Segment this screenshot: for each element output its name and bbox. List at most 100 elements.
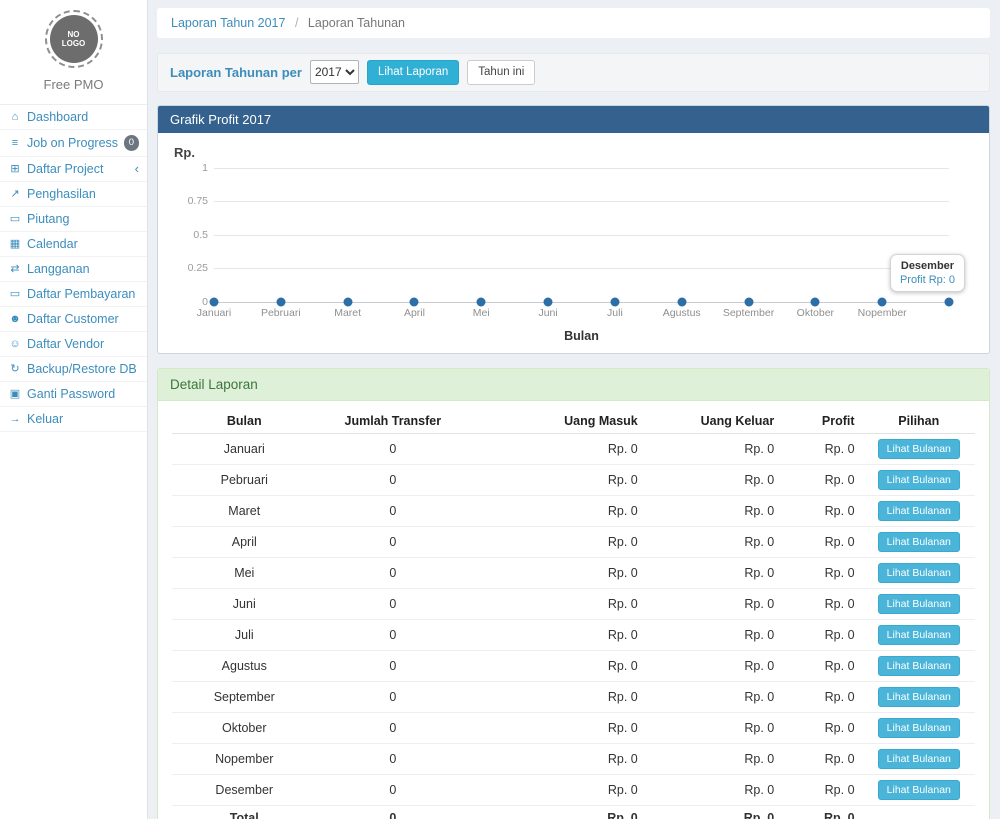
data-point-januari[interactable]	[210, 297, 219, 306]
refresh-icon: ↻	[8, 362, 22, 375]
x-tick-label: Agustus	[663, 307, 701, 319]
cell-pilihan: Lihat Bulanan	[863, 433, 975, 464]
lihat-bulanan-button[interactable]: Lihat Bulanan	[878, 780, 960, 800]
cell-pilihan: Lihat Bulanan	[863, 526, 975, 557]
payment-icon: ▭	[8, 287, 22, 300]
detail-report-panel: Detail Laporan BulanJumlah TransferUang …	[157, 368, 990, 819]
data-point-desember[interactable]	[945, 297, 954, 306]
data-point-maret[interactable]	[343, 297, 352, 306]
cell-pilihan: Lihat Bulanan	[863, 712, 975, 743]
data-point-mei[interactable]	[477, 297, 486, 306]
sidebar-item-label: Penghasilan	[27, 187, 96, 201]
sidebar-link-backup-restore-db[interactable]: ↻ Backup/Restore DB	[0, 357, 147, 381]
sidebar-item-daftar-customer: ☻Daftar Customer	[0, 307, 147, 332]
sidebar-item-keluar: →Keluar	[0, 407, 147, 432]
sidebar-item-penghasilan: ↗Penghasilan	[0, 182, 147, 207]
sidebar-link-calendar[interactable]: ▦Calendar	[0, 232, 147, 256]
lihat-bulanan-button[interactable]: Lihat Bulanan	[878, 625, 960, 645]
data-point-juni[interactable]	[544, 297, 553, 306]
table-row: Pebruari0Rp. 0Rp. 0Rp. 0Lihat Bulanan	[172, 464, 975, 495]
year-select[interactable]: 2017	[310, 60, 359, 84]
sidebar-link-langganan[interactable]: ⇄Langganan	[0, 257, 147, 281]
cell-pilihan: Lihat Bulanan	[863, 681, 975, 712]
lihat-bulanan-button[interactable]: Lihat Bulanan	[878, 656, 960, 676]
no-logo-stamp: NO LOGO	[45, 10, 103, 68]
sidebar-link-keluar[interactable]: →Keluar	[0, 407, 147, 431]
tahun-ini-button[interactable]: Tahun ini	[467, 60, 535, 85]
breadcrumb-link[interactable]: Laporan Tahun 2017	[171, 16, 285, 30]
data-point-september[interactable]	[744, 297, 753, 306]
col-header-profit: Profit	[782, 409, 862, 434]
cell-uang-masuk: Rp. 0	[469, 433, 646, 464]
chart-tooltip: Desember Profit Rp: 0	[890, 254, 965, 292]
sidebar-item-backup-restore-db: ↻ Backup/Restore DB	[0, 357, 147, 382]
breadcrumb-separator: /	[295, 16, 298, 30]
lihat-bulanan-button[interactable]: Lihat Bulanan	[878, 563, 960, 583]
table-row: Agustus0Rp. 0Rp. 0Rp. 0Lihat Bulanan	[172, 650, 975, 681]
sidebar-link-dashboard[interactable]: ⌂Dashboard	[0, 105, 147, 129]
x-tick-label: Juni	[538, 307, 557, 319]
lihat-bulanan-button[interactable]: Lihat Bulanan	[878, 439, 960, 459]
gridline	[214, 302, 949, 303]
cell-profit: Rp. 0	[782, 433, 862, 464]
sidebar-link-daftar-customer[interactable]: ☻Daftar Customer	[0, 307, 147, 331]
cell-jumlah-transfer: 0	[317, 619, 470, 650]
sidebar-link-daftar-vendor[interactable]: ☺Daftar Vendor	[0, 332, 147, 356]
data-point-nopember[interactable]	[878, 297, 887, 306]
data-point-pebruari[interactable]	[276, 297, 285, 306]
data-point-juli[interactable]	[610, 297, 619, 306]
main-content: Laporan Tahun 2017 / Laporan Tahunan Lap…	[148, 0, 1000, 819]
cell-uang-keluar: Rp. 0	[646, 433, 783, 464]
y-tick-label: 0.25	[176, 262, 208, 274]
brand-name: Free PMO	[6, 77, 141, 92]
sidebar-item-label: Job on Progress	[27, 136, 118, 150]
total-uang-masuk: Rp. 0	[469, 805, 646, 819]
sidebar-link-job-on-progress[interactable]: ≡Job on Progress0	[0, 130, 147, 156]
cell-uang-keluar: Rp. 0	[646, 588, 783, 619]
table-row: Mei0Rp. 0Rp. 0Rp. 0Lihat Bulanan	[172, 557, 975, 588]
monthly-report-table: BulanJumlah TransferUang MasukUang Kelua…	[172, 409, 975, 819]
x-tick-label: Maret	[334, 307, 361, 319]
cell-bulan: Januari	[172, 433, 317, 464]
data-point-agustus[interactable]	[677, 297, 686, 306]
cell-bulan: Agustus	[172, 650, 317, 681]
cell-bulan: April	[172, 526, 317, 557]
cell-pilihan: Lihat Bulanan	[863, 743, 975, 774]
sidebar-item-label: Backup/Restore DB	[27, 362, 137, 376]
cell-jumlah-transfer: 0	[317, 774, 470, 805]
table-icon: ⊞	[8, 162, 22, 175]
sidebar-link-daftar-project[interactable]: ⊞Daftar Project‹	[0, 157, 147, 181]
sidebar-link-daftar-pembayaran[interactable]: ▭Daftar Pembayaran	[0, 282, 147, 306]
total-uang-keluar: Rp. 0	[646, 805, 783, 819]
sidebar-item-label: Dashboard	[27, 110, 88, 124]
table-header: BulanJumlah TransferUang MasukUang Kelua…	[172, 409, 975, 434]
lihat-bulanan-button[interactable]: Lihat Bulanan	[878, 594, 960, 614]
lihat-bulanan-button[interactable]: Lihat Bulanan	[878, 532, 960, 552]
x-tick-label: Juli	[607, 307, 623, 319]
lihat-bulanan-button[interactable]: Lihat Bulanan	[878, 501, 960, 521]
lihat-bulanan-button[interactable]: Lihat Bulanan	[878, 718, 960, 738]
x-tick-label: Nopember	[858, 307, 907, 319]
lihat-bulanan-button[interactable]: Lihat Bulanan	[878, 749, 960, 769]
cell-uang-masuk: Rp. 0	[469, 588, 646, 619]
x-tick-label: Oktober	[797, 307, 834, 319]
cell-profit: Rp. 0	[782, 774, 862, 805]
cell-pilihan: Lihat Bulanan	[863, 464, 975, 495]
data-point-oktober[interactable]	[811, 297, 820, 306]
no-logo-icon: NO LOGO	[50, 15, 98, 63]
lock-icon: ▣	[8, 387, 22, 400]
cell-uang-masuk: Rp. 0	[469, 557, 646, 588]
sidebar-link-ganti-password[interactable]: ▣Ganti Password	[0, 382, 147, 406]
cell-bulan: Maret	[172, 495, 317, 526]
no-logo-text: NO LOGO	[59, 30, 89, 48]
lihat-laporan-button[interactable]: Lihat Laporan	[367, 60, 459, 85]
cell-uang-keluar: Rp. 0	[646, 774, 783, 805]
lihat-bulanan-button[interactable]: Lihat Bulanan	[878, 687, 960, 707]
sidebar-link-piutang[interactable]: ▭Piutang	[0, 207, 147, 231]
lihat-bulanan-button[interactable]: Lihat Bulanan	[878, 470, 960, 490]
sidebar-link-penghasilan[interactable]: ↗Penghasilan	[0, 182, 147, 206]
cell-jumlah-transfer: 0	[317, 526, 470, 557]
data-point-april[interactable]	[410, 297, 419, 306]
table-header-row: BulanJumlah TransferUang MasukUang Kelua…	[172, 409, 975, 434]
table-row: September0Rp. 0Rp. 0Rp. 0Lihat Bulanan	[172, 681, 975, 712]
